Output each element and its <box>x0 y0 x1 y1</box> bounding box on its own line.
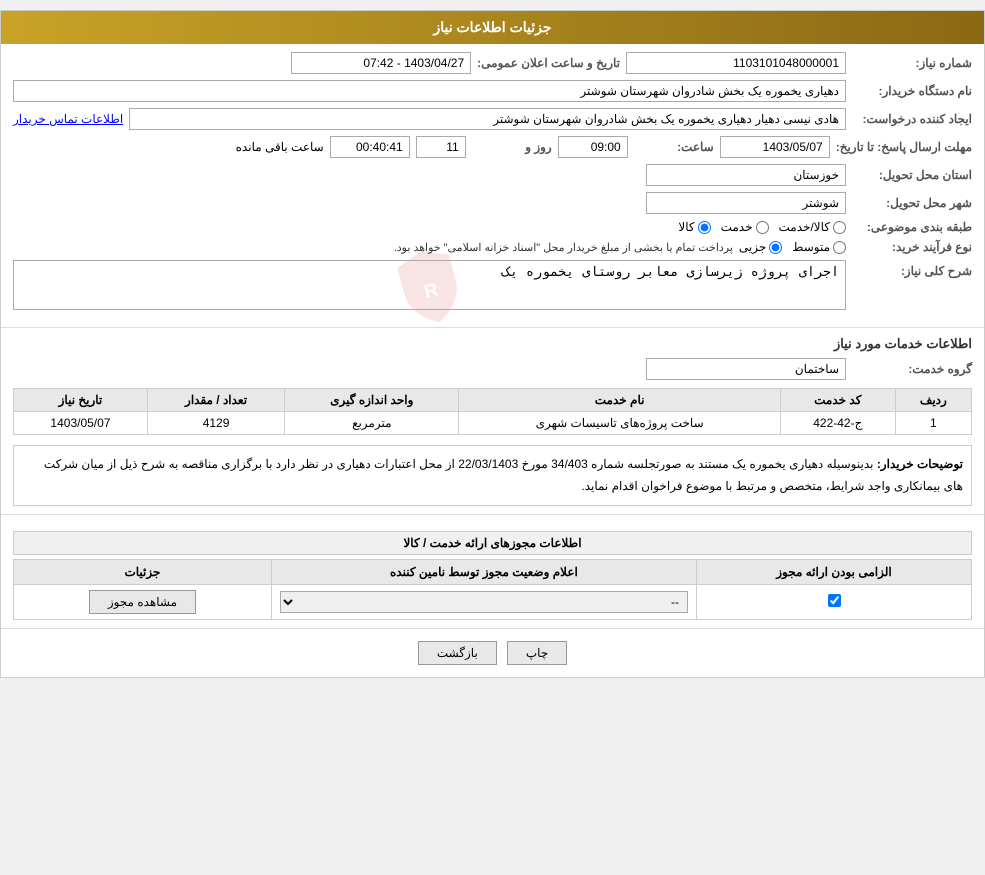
category-option-khedmat: خدمت <box>721 220 769 234</box>
cell-date: 1403/05/07 <box>14 412 148 435</box>
purchase-type-option-motavaset: متوسط <box>792 240 846 254</box>
permits-status-cell: -- <box>271 585 696 620</box>
main-info-section: شماره نیاز: 1103101048000001 تاریخ و ساع… <box>1 44 984 328</box>
need-desc-container: R اجرای پروژه زیرسازی معابر روستای یخمور… <box>13 260 846 313</box>
col-header-quantity: تعداد / مقدار <box>147 389 284 412</box>
permits-detail-cell: مشاهده مجوز <box>14 585 272 620</box>
need-desc-row: شرح کلی نیاز: R اجرای پروژه زیرسازی معاب… <box>13 260 972 313</box>
permits-required-cell <box>697 585 972 620</box>
need-number-value: 1103101048000001 <box>626 52 846 74</box>
deadline-time-label: ساعت: <box>634 140 714 154</box>
cell-service-name: ساخت پروژه‌های تاسیسات شهری <box>459 412 780 435</box>
cell-unit: مترمربع <box>285 412 459 435</box>
service-group-value: ساختمان <box>646 358 846 380</box>
col-header-service-code: کد خدمت <box>780 389 895 412</box>
permits-section: اطلاعات مجوزهای ارائه خدمت / کالا الزامی… <box>1 515 984 629</box>
permits-col-required: الزامی بودن ارائه مجوز <box>697 560 972 585</box>
back-button[interactable]: بازگشت <box>418 641 497 665</box>
buyer-org-row: نام دستگاه خریدار: دهیاری یخموره یک بخش … <box>13 80 972 102</box>
buyer-desc-section: توضیحات خریدار: بدینوسیله دهیاری یخموره … <box>13 445 972 506</box>
purchase-type-label-motavaset: متوسط <box>792 240 830 254</box>
col-header-unit: واحد اندازه گیری <box>285 389 459 412</box>
permits-status-select[interactable]: -- <box>280 591 688 613</box>
permits-row: -- مشاهده مجوز <box>14 585 972 620</box>
purchase-type-row: نوع فرآیند خرید: متوسط جزیی پرداخت تمام … <box>13 240 972 254</box>
cell-service-code: ج-42-422 <box>780 412 895 435</box>
permits-required-checkbox[interactable] <box>828 594 841 607</box>
deadline-time: 09:00 <box>558 136 628 158</box>
buyer-org-label: نام دستگاه خریدار: <box>852 84 972 98</box>
col-header-service-name: نام خدمت <box>459 389 780 412</box>
col-header-row-num: ردیف <box>895 389 971 412</box>
category-option-kala: کالا <box>678 220 710 234</box>
services-section: اطلاعات خدمات مورد نیاز گروه خدمت: ساختم… <box>1 328 984 515</box>
deadline-row: مهلت ارسال پاسخ: تا تاریخ: 1403/05/07 سا… <box>13 136 972 158</box>
deadline-remaining: 00:40:41 <box>330 136 410 158</box>
category-radio-kala-khedmat[interactable] <box>833 221 846 234</box>
purchase-type-label-jozii: جزیی <box>739 240 766 254</box>
province-value: خوزستان <box>646 164 846 186</box>
permits-col-status: اعلام وضعیت مجوز توسط نامین کننده <box>271 560 696 585</box>
creator-value: هادی نیسی دهیار دهیاری یخموره یک بخش شاد… <box>129 108 846 130</box>
bottom-buttons: چاپ بازگشت <box>1 629 984 677</box>
service-group-label: گروه خدمت: <box>852 362 972 376</box>
city-value: شوشتر <box>646 192 846 214</box>
date-time-label: تاریخ و ساعت اعلان عمومی: <box>477 56 620 70</box>
category-label-khedmat: خدمت <box>721 220 753 234</box>
province-row: استان محل تحویل: خوزستان <box>13 164 972 186</box>
buyer-desc-value: بدینوسیله دهیاری یخموره یک مستند به صورت… <box>44 457 963 493</box>
need-number-row: شماره نیاز: 1103101048000001 تاریخ و ساع… <box>13 52 972 74</box>
page-title: جزئیات اطلاعات نیاز <box>433 19 551 35</box>
purchase-type-label: نوع فرآیند خرید: <box>852 240 972 254</box>
services-title: اطلاعات خدمات مورد نیاز <box>13 336 972 352</box>
city-label: شهر محل تحویل: <box>852 196 972 210</box>
need-desc-textarea[interactable]: اجرای پروژه زیرسازی معابر روستای یخموره … <box>13 260 846 310</box>
need-desc-wrapper: R اجرای پروژه زیرسازی معابر روستای یخمور… <box>13 260 846 313</box>
category-radio-group: کالا/خدمت خدمت کالا <box>678 220 846 234</box>
buyer-desc-box: توضیحات خریدار: بدینوسیله دهیاری یخموره … <box>13 445 972 506</box>
need-desc-label: شرح کلی نیاز: <box>852 260 972 278</box>
category-label-kala: کالا <box>678 220 694 234</box>
deadline-day-label: روز و <box>472 140 552 154</box>
cell-row-num: 1 <box>895 412 971 435</box>
table-row: 1 ج-42-422 ساخت پروژه‌های تاسیسات شهری م… <box>14 412 972 435</box>
cell-quantity: 4129 <box>147 412 284 435</box>
view-permit-button[interactable]: مشاهده مجوز <box>89 590 196 614</box>
col-header-date: تاریخ نیاز <box>14 389 148 412</box>
category-radio-kala[interactable] <box>698 221 711 234</box>
category-label: طبقه بندی موضوعی: <box>852 220 972 234</box>
purchase-type-radio-jozii[interactable] <box>769 241 782 254</box>
page-wrapper: جزئیات اطلاعات نیاز شماره نیاز: 11031010… <box>0 10 985 678</box>
category-row: طبقه بندی موضوعی: کالا/خدمت خدمت کالا <box>13 220 972 234</box>
buyer-org-value: دهیاری یخموره یک بخش شادروان شهرستان شوش… <box>13 80 846 102</box>
contact-link[interactable]: اطلاعات تماس خریدار <box>13 112 123 126</box>
creator-label: ایجاد کننده درخواست: <box>852 112 972 126</box>
category-radio-khedmat[interactable] <box>756 221 769 234</box>
category-label-kala-khedmat: کالا/خدمت <box>779 220 830 234</box>
deadline-day: 11 <box>416 136 466 158</box>
permits-table: الزامی بودن ارائه مجوز اعلام وضعیت مجوز … <box>13 559 972 620</box>
province-label: استان محل تحویل: <box>852 168 972 182</box>
permits-section-title: اطلاعات مجوزهای ارائه خدمت / کالا <box>13 531 972 555</box>
category-option-kala-khedmat: کالا/خدمت <box>779 220 846 234</box>
deadline-remaining-label: ساعت باقی مانده <box>236 140 324 154</box>
creator-row: ایجاد کننده درخواست: هادی نیسی دهیار دهی… <box>13 108 972 130</box>
date-time-value: 1403/04/27 - 07:42 <box>291 52 471 74</box>
purchase-type-option-jozii: جزیی <box>739 240 782 254</box>
page-header: جزئیات اطلاعات نیاز <box>1 11 984 44</box>
purchase-type-radio-motavaset[interactable] <box>833 241 846 254</box>
service-group-row: گروه خدمت: ساختمان <box>13 358 972 380</box>
need-number-label: شماره نیاز: <box>852 56 972 70</box>
services-table: ردیف کد خدمت نام خدمت واحد اندازه گیری ت… <box>13 388 972 435</box>
deadline-date: 1403/05/07 <box>720 136 830 158</box>
purchase-type-radio-group: متوسط جزیی <box>739 240 846 254</box>
print-button[interactable]: چاپ <box>507 641 567 665</box>
permits-col-details: جزئیات <box>14 560 272 585</box>
buyer-desc-label: توضیحات خریدار: <box>877 457 963 471</box>
city-row: شهر محل تحویل: شوشتر <box>13 192 972 214</box>
deadline-label: مهلت ارسال پاسخ: تا تاریخ: <box>836 140 972 154</box>
